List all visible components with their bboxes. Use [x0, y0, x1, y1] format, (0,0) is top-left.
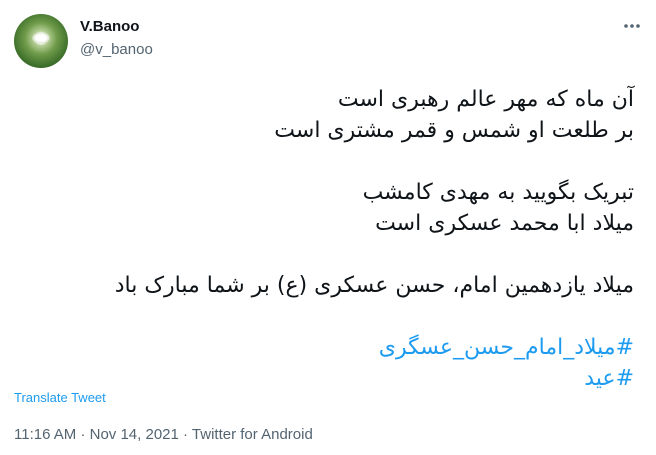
more-dots-icon[interactable]: [620, 14, 644, 38]
tweet-text: آن ماه که مهر عالم رهبری است بر طلعت او …: [34, 84, 634, 394]
avatar-flower-image: [32, 32, 50, 44]
hashtag-link[interactable]: #عید: [34, 363, 634, 394]
meta-separator: ·: [80, 426, 86, 443]
tweet-source: Twitter for Android: [191, 426, 313, 443]
tweet-time[interactable]: 11:16 AM: [14, 426, 76, 443]
tweet-line: آن ماه که مهر عالم رهبری است: [337, 87, 634, 112]
author-handle[interactable]: @v_banoo: [80, 41, 153, 58]
tweet-line: بر طلعت او شمس و قمر مشتری است: [274, 118, 634, 143]
tweet-meta: 11:16 AM · Nov 14, 2021 · Twitter for An…: [14, 426, 313, 443]
meta-separator: ·: [183, 426, 189, 443]
author-display-name[interactable]: V.Banoo: [80, 18, 139, 35]
hashtag-link[interactable]: #میلاد_امام_حسن_عسگری: [34, 332, 634, 363]
tweet-date[interactable]: Nov 14, 2021: [90, 426, 179, 443]
avatar[interactable]: [14, 14, 68, 68]
tweet-line: میلاد ابا محمد عسکری است: [375, 211, 634, 236]
tweet-line: تبریک بگویید به مهدی کامشب: [362, 180, 634, 205]
tweet-line: میلاد یازدهمین امام، حسن عسکری (ع) بر شم…: [114, 273, 634, 298]
translate-tweet-link[interactable]: Translate Tweet: [14, 390, 106, 405]
